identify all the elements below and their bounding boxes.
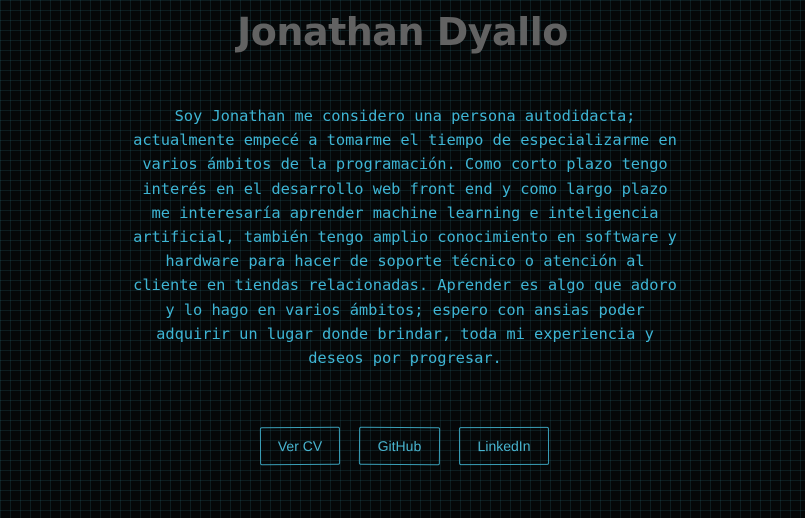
portfolio-page: Jonathan Dyallo Soy Jonathan me consider… bbox=[0, 0, 805, 518]
view-cv-button[interactable]: Ver CV bbox=[259, 426, 341, 466]
about-line: deseos por progresar. bbox=[308, 349, 502, 368]
about-line: hardware para hacer de soporte técnico o… bbox=[165, 252, 645, 271]
about-line: y lo hago en varios ámbitos; espero con … bbox=[165, 300, 645, 319]
about-line: interés en el desarrollo web front end y… bbox=[142, 179, 668, 198]
about-line: Soy Jonathan me considero una persona au… bbox=[174, 107, 636, 125]
about-line: varios ámbitos de la programación. Como … bbox=[142, 155, 668, 174]
about-line: adquirir un lugar donde brindar, toda mi… bbox=[156, 324, 654, 343]
about-paragraph: Soy Jonathan me considero una persona au… bbox=[112, 104, 698, 370]
about-line: artificial, también tengo amplio conocim… bbox=[133, 228, 677, 247]
about-line: cliente en tiendas relacionadas. Aprende… bbox=[133, 276, 677, 295]
about-line: actualmente empecé a tomarme el tiempo d… bbox=[133, 131, 677, 150]
page-title: Jonathan Dyallo bbox=[237, 10, 568, 54]
link-buttons: Ver CV GitHub LinkedIn bbox=[0, 426, 805, 467]
about-line: me interesaría aprender machine learning… bbox=[151, 203, 659, 222]
github-button[interactable]: GitHub bbox=[358, 426, 441, 466]
linkedin-button[interactable]: LinkedIn bbox=[458, 426, 550, 466]
